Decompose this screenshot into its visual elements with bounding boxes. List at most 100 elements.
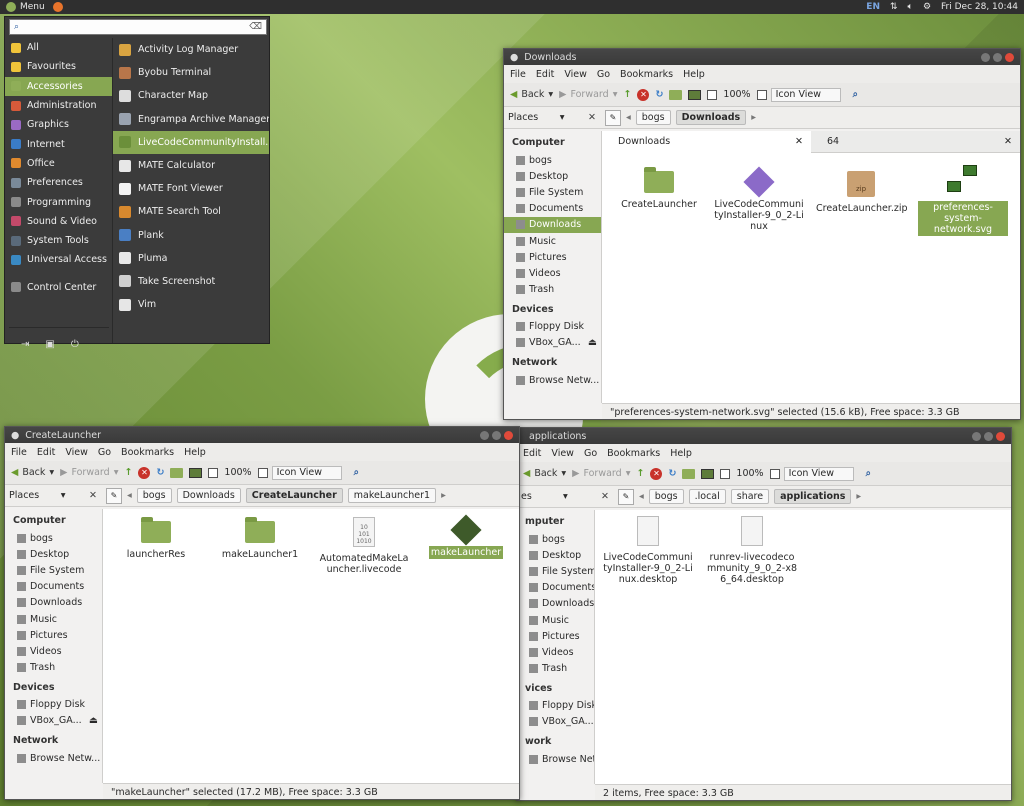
app-item-character-map[interactable]: Character Map — [113, 84, 269, 107]
places-selector[interactable]: Places ▾ ✕ — [508, 112, 600, 123]
app-item-pluma[interactable]: Pluma — [113, 247, 269, 270]
sidebar-item-floppy-disk[interactable]: Floppy Disk — [504, 319, 601, 335]
app-item-plank[interactable]: Plank — [113, 224, 269, 247]
close-button[interactable] — [1005, 52, 1014, 62]
titlebar[interactable]: applications — [517, 428, 1011, 444]
file-item-launcherres[interactable]: launcherRes — [111, 517, 201, 560]
sidebar-item-documents[interactable]: Documents — [504, 201, 601, 217]
breadcrumb-local[interactable]: .local — [688, 489, 726, 504]
view-mode-select[interactable]: Icon View — [756, 87, 841, 102]
app-item-mate-font-viewer[interactable]: MATE Font Viewer — [113, 177, 269, 200]
computer-icon[interactable] — [189, 467, 203, 478]
file-item-makelauncher1[interactable]: makeLauncher1 — [215, 517, 305, 560]
menu-view[interactable]: View — [65, 447, 88, 458]
tab-64[interactable]: 64 ✕ — [811, 131, 1020, 153]
minimize-button[interactable] — [981, 52, 990, 62]
crumb-right-arrow-icon[interactable]: ▸ — [751, 112, 756, 123]
sidebar-item-downloads[interactable]: Downloads — [504, 216, 601, 233]
zoom-out-icon[interactable] — [720, 468, 731, 479]
sidebar-item-file-system[interactable]: File System — [504, 184, 601, 200]
chevron-down-icon[interactable]: ▾ — [49, 467, 54, 478]
crumb-left-arrow-icon[interactable]: ◂ — [639, 491, 644, 502]
zoom-in-icon[interactable] — [257, 467, 268, 478]
sidebar-item-videos[interactable]: Videos — [5, 643, 102, 659]
menu-help[interactable]: Help — [184, 447, 206, 458]
breadcrumb-downloads[interactable]: Downloads — [675, 110, 747, 125]
close-icon[interactable]: ✕ — [1004, 136, 1012, 147]
breadcrumb-bogs[interactable]: bogs — [635, 110, 671, 125]
edit-location-icon[interactable]: ✎ — [605, 109, 621, 126]
chevron-down-icon[interactable]: ▾ — [613, 89, 618, 100]
home-folder-icon[interactable] — [669, 89, 683, 100]
stop-icon[interactable]: ✕ — [637, 88, 650, 101]
sidebar-item-bogs[interactable]: bogs — [5, 530, 102, 546]
sidebar-item-music[interactable]: Music — [517, 612, 594, 628]
forward-button[interactable]: ▶ Forward ▾ — [572, 468, 630, 479]
up-arrow-icon[interactable]: ↑ — [124, 467, 132, 478]
stop-icon[interactable]: ✕ — [138, 466, 151, 479]
clock[interactable]: Fri Dec 28, 10:44 — [941, 2, 1018, 12]
forward-button[interactable]: ▶ Forward ▾ — [60, 467, 118, 478]
category-system-tools[interactable]: System Tools — [5, 231, 112, 250]
sidebar-item-file-system[interactable]: File System — [517, 563, 594, 579]
file-item-preferences-svg[interactable]: preferences-system-network.svg — [918, 165, 1008, 236]
crumb-left-arrow-icon[interactable]: ◂ — [626, 112, 631, 123]
zoom-out-icon[interactable] — [208, 467, 219, 478]
window-menu-icon[interactable]: ● — [510, 52, 518, 63]
breadcrumb-bogs[interactable]: bogs — [648, 489, 684, 504]
back-button[interactable]: ◀ Back ▾ — [510, 89, 553, 100]
search-icon[interactable]: ⌕ — [354, 467, 359, 478]
sidebar-item-vbox-ga-[interactable]: VBox_GA... ⏏ — [5, 713, 102, 729]
search-icon[interactable]: ⌕ — [866, 468, 871, 479]
up-arrow-icon[interactable]: ↑ — [623, 89, 631, 100]
breadcrumb-share[interactable]: share — [730, 489, 770, 504]
shutdown-icon[interactable]: ⏻ — [71, 339, 79, 350]
app-item-mate-calculator[interactable]: MATE Calculator — [113, 154, 269, 177]
menu-edit[interactable]: Edit — [523, 448, 541, 459]
view-mode-value[interactable]: Icon View — [783, 466, 854, 481]
sidebar-item-desktop[interactable]: Desktop — [517, 547, 594, 563]
menu-search-input[interactable]: ⌕ ⌫ — [9, 19, 267, 35]
chevron-down-icon[interactable]: ▾ — [626, 468, 631, 479]
sidebar-item-floppy-disk[interactable]: Floppy Disk — [517, 698, 594, 714]
menu-go[interactable]: Go — [98, 447, 111, 458]
chevron-down-icon[interactable]: ▾ — [548, 89, 553, 100]
minimize-button[interactable] — [972, 431, 981, 441]
window-menu-icon[interactable]: ● — [11, 430, 19, 441]
menu-file[interactable]: File — [510, 69, 526, 80]
titlebar[interactable]: ● Downloads — [504, 49, 1020, 65]
tab-downloads[interactable]: Downloads ✕ — [602, 130, 811, 153]
sidebar-item-desktop[interactable]: Desktop — [5, 546, 102, 562]
home-folder-icon[interactable] — [682, 468, 696, 479]
maximize-button[interactable] — [492, 430, 501, 440]
up-arrow-icon[interactable]: ↑ — [636, 468, 644, 479]
sidebar-item-floppy-disk[interactable]: Floppy Disk — [5, 697, 102, 713]
edit-location-icon[interactable]: ✎ — [618, 488, 634, 505]
eject-icon[interactable]: ⏏ — [588, 337, 601, 348]
file-item-makelauncher[interactable]: makeLauncher — [421, 514, 511, 559]
search-icon[interactable]: ⌕ — [853, 89, 858, 100]
sidebar-item-videos[interactable]: Videos — [504, 265, 601, 281]
home-folder-icon[interactable] — [170, 467, 184, 478]
menu-go[interactable]: Go — [597, 69, 610, 80]
menu-help[interactable]: Help — [670, 448, 692, 459]
category-all[interactable]: All — [5, 38, 112, 57]
close-icon[interactable]: ✕ — [795, 136, 803, 147]
reload-icon[interactable]: ↻ — [668, 468, 676, 479]
app-item-take-screenshot[interactable]: Take Screenshot — [113, 270, 269, 293]
view-mode-select[interactable]: Icon View — [769, 466, 854, 481]
sidebar-item-downloads[interactable]: Downloads — [5, 595, 102, 611]
file-item-createlauncher-zip[interactable]: zip CreateLauncher.zip — [816, 171, 908, 214]
category-favourites[interactable]: Favourites — [5, 57, 112, 76]
maximize-button[interactable] — [993, 52, 1002, 62]
sidebar-item-documents[interactable]: Documents — [5, 579, 102, 595]
crumb-left-arrow-icon[interactable]: ◂ — [127, 490, 132, 501]
app-item-mate-search-tool[interactable]: MATE Search Tool — [113, 200, 269, 223]
computer-icon[interactable] — [688, 89, 702, 100]
breadcrumb-bogs[interactable]: bogs — [136, 488, 172, 503]
reload-icon[interactable]: ↻ — [156, 467, 164, 478]
clear-search-icon[interactable]: ⌫ — [249, 22, 262, 32]
app-item-byobu-terminal[interactable]: Byobu Terminal — [113, 61, 269, 84]
places-selector[interactable]: es ▾ ✕ — [521, 491, 613, 502]
sidebar-item-bogs[interactable]: bogs — [504, 152, 601, 168]
